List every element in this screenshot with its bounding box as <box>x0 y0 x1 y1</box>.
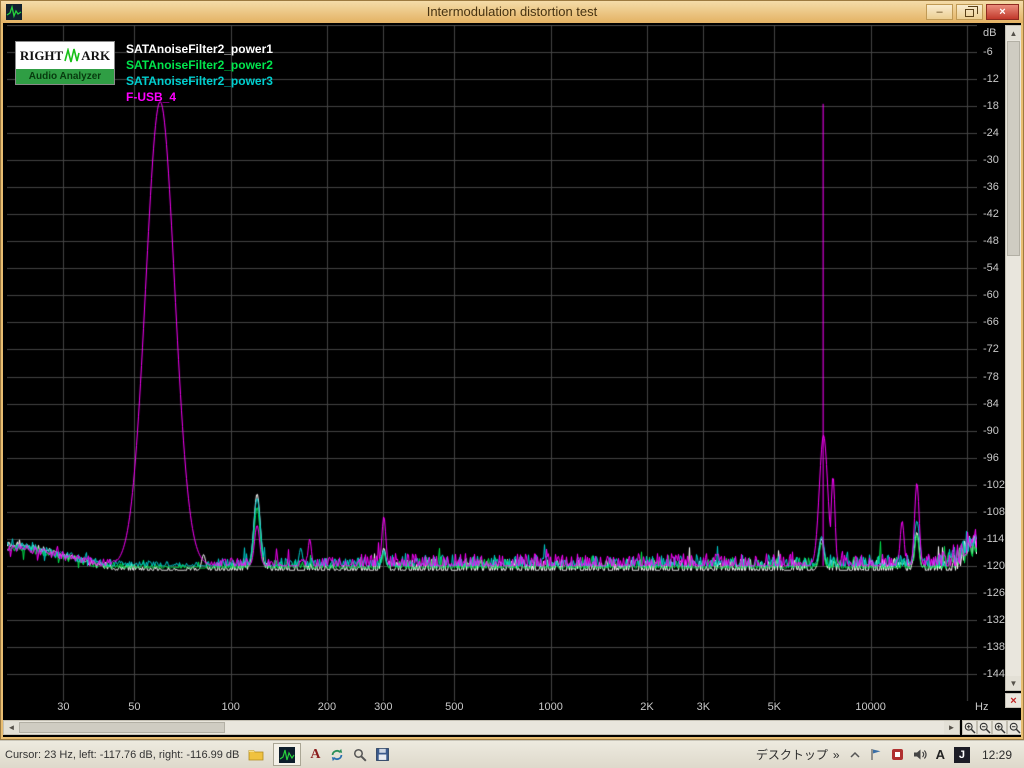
rightmark-logo: RIGHT ARK Audio Analyzer <box>15 41 115 85</box>
zoom-out-x-button[interactable] <box>977 720 992 735</box>
titlebar[interactable]: Intermodulation distortion test – × <box>1 1 1023 23</box>
y-tick-label: -24 <box>983 127 999 140</box>
y-tick-label: -66 <box>983 316 999 329</box>
close-graph-button[interactable]: × <box>1005 693 1021 708</box>
y-tick-label: -126 <box>983 586 1006 599</box>
y-tick-label: -30 <box>983 154 999 167</box>
y-tick-label: -36 <box>983 181 999 194</box>
y-tick-label: -60 <box>983 289 999 302</box>
y-axis-unit: dB <box>983 27 997 39</box>
legend-item: SATAnoiseFilter2_power3 <box>126 74 273 88</box>
y-tick-label: -108 <box>983 505 1006 518</box>
taskbar-clock[interactable]: 12:29 <box>982 748 1012 762</box>
toolbar-overflow-chevron[interactable]: » <box>833 748 840 762</box>
x-tick-label: 5K <box>767 701 782 713</box>
legend-item: SATAnoiseFilter2_power2 <box>126 58 273 72</box>
x-axis-labels: 30 50 100 200 300 500 1000 2K 3K 5K 10000 Hz <box>3 701 1021 717</box>
ime-language-icon[interactable]: A <box>936 747 945 762</box>
x-tick-label: 300 <box>374 701 393 713</box>
folder-icon[interactable] <box>248 748 264 761</box>
close-button[interactable]: × <box>986 4 1019 20</box>
x-tick-label: 500 <box>445 701 464 713</box>
zoom-buttons <box>962 720 1021 735</box>
legend: SATAnoiseFilter2_power1 SATAnoiseFilter2_… <box>126 41 273 105</box>
y-tick-label: -96 <box>983 451 999 464</box>
horizontal-scrollbar[interactable]: ◄ ► <box>3 720 960 735</box>
y-tick-label: -114 <box>983 532 1005 545</box>
y-tick-label: -78 <box>983 370 999 383</box>
logo-text-left: RIGHT <box>19 47 64 63</box>
y-tick-label: -138 <box>983 640 1006 653</box>
y-tick-label: -48 <box>983 235 999 248</box>
y-tick-label: -54 <box>983 262 999 275</box>
scroll-up-arrow-icon[interactable]: ▲ <box>1006 26 1021 40</box>
notification-area: デスクトップ » A J 12:29 <box>756 746 1024 763</box>
action-center-flag-icon[interactable] <box>870 748 882 761</box>
window-title: Intermodulation distortion test <box>426 4 598 19</box>
magnifier-plus-icon <box>994 722 1006 734</box>
magnifier-plus-icon <box>964 722 976 734</box>
scroll-left-arrow-icon[interactable]: ◄ <box>4 721 19 734</box>
desktop-screen: Intermodulation distortion test – × RIGH… <box>0 0 1024 768</box>
x-tick-label: 2K <box>640 701 654 713</box>
x-axis-unit: Hz <box>975 701 989 713</box>
zoom-in-x-button[interactable] <box>962 720 977 735</box>
y-tick-label: -42 <box>983 208 999 221</box>
y-tick-label: -90 <box>983 424 999 437</box>
x-tick-label: 100 <box>221 701 240 713</box>
y-tick-label: -120 <box>983 559 1006 572</box>
scroll-down-arrow-icon[interactable]: ▼ <box>1006 676 1021 690</box>
x-tick-label: 3K <box>696 701 711 713</box>
y-tick-label: -12 <box>983 73 999 86</box>
active-app-taskbar-button[interactable] <box>273 743 302 766</box>
plot-client: RIGHT ARK Audio Analyzer SATAnoiseFilter… <box>3 23 1021 737</box>
y-tick-label: -144 <box>983 667 1006 680</box>
j-badge: J <box>953 746 970 763</box>
horizontal-scroll-thumb[interactable] <box>19 722 225 733</box>
y-tick-label: -84 <box>983 397 999 410</box>
y-tick-label: -102 <box>983 478 1006 491</box>
font-viewer-icon[interactable]: A <box>310 747 320 763</box>
search-icon[interactable] <box>353 748 367 762</box>
x-tick-label: 50 <box>128 701 141 713</box>
zoom-out-y-button[interactable] <box>1007 720 1021 735</box>
cursor-status-text: Cursor: 23 Hz, left: -117.76 dB, right: … <box>5 748 240 761</box>
zoom-in-y-button[interactable] <box>992 720 1007 735</box>
vertical-scrollbar[interactable]: ▲ ▼ <box>1005 25 1021 691</box>
ime-mode-icon[interactable]: J <box>953 746 970 763</box>
y-tick-label: -18 <box>983 100 999 113</box>
window-controls: – × <box>926 4 1019 20</box>
show-hidden-icons-chevron-icon[interactable] <box>849 750 861 760</box>
logo-waveform-icon <box>64 47 80 62</box>
tray-app-icon[interactable] <box>891 748 904 761</box>
y-tick-label: -72 <box>983 343 999 356</box>
y-tick-label: -132 <box>983 613 1006 626</box>
legend-item: F-USB_4 <box>126 90 177 104</box>
restore-icon <box>965 6 978 17</box>
scroll-right-arrow-icon[interactable]: ► <box>944 721 959 734</box>
speaker-icon[interactable] <box>913 748 927 761</box>
restore-button[interactable] <box>956 4 983 20</box>
save-icon[interactable] <box>375 748 389 761</box>
vertical-scroll-thumb[interactable] <box>1007 41 1020 256</box>
rmaa-window: Intermodulation distortion test – × RIGH… <box>0 0 1024 740</box>
minimize-button[interactable]: – <box>926 4 953 20</box>
legend-item: SATAnoiseFilter2_power1 <box>126 42 273 56</box>
x-tick-label: 10000 <box>855 701 886 713</box>
x-tick-label: 30 <box>57 701 70 713</box>
x-tick-label: 200 <box>317 701 337 713</box>
logo-text-right: ARK <box>81 47 111 63</box>
y-tick-label: -6 <box>983 46 993 59</box>
x-tick-label: 1000 <box>538 701 563 713</box>
magnifier-minus-icon <box>979 722 991 734</box>
spectrum-plot[interactable] <box>7 25 977 701</box>
taskbar[interactable]: Cursor: 23 Hz, left: -117.76 dB, right: … <box>0 740 1024 768</box>
sync-icon[interactable] <box>330 748 344 762</box>
spectrum-app-icon <box>279 746 296 763</box>
magnifier-minus-icon <box>1009 722 1021 734</box>
logo-wordmark: RIGHT ARK <box>16 42 114 69</box>
logo-subtitle: Audio Analyzer <box>16 69 114 84</box>
desktop-toolbar-label[interactable]: デスクトップ <box>756 746 828 763</box>
